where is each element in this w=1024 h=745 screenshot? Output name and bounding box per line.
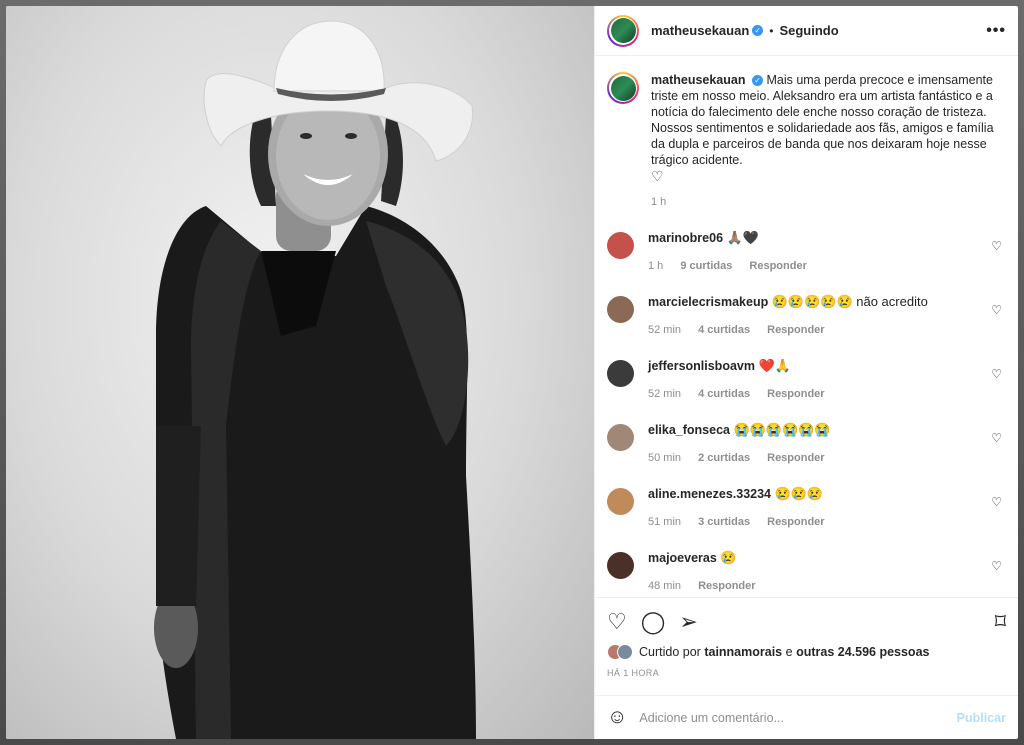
comment-likes[interactable]: 4 curtidas bbox=[698, 388, 750, 400]
commenter-avatar[interactable] bbox=[607, 232, 634, 259]
comment-heart-icon[interactable]: ♡ bbox=[991, 303, 1002, 317]
commenter-username[interactable]: aline.menezes.33234 bbox=[648, 487, 771, 501]
comment-text: 😢 bbox=[720, 550, 737, 565]
comment-likes[interactable]: 9 curtidas bbox=[680, 260, 732, 272]
comment-likes[interactable]: 4 curtidas bbox=[698, 324, 750, 336]
reply-button[interactable]: Responder bbox=[767, 452, 824, 464]
likes-prefix: Curtido por bbox=[639, 645, 701, 659]
commenter-avatar[interactable] bbox=[607, 488, 634, 515]
send-icon[interactable]: ➢ bbox=[679, 609, 697, 635]
comment-heart-icon[interactable]: ♡ bbox=[991, 559, 1002, 573]
post-timestamp: HÁ 1 HORA bbox=[607, 668, 660, 678]
caption-username[interactable]: matheusekauan bbox=[651, 73, 745, 87]
commenter-username[interactable]: marcielecrismakeup bbox=[648, 295, 768, 309]
commenter-avatar[interactable] bbox=[607, 296, 634, 323]
comment-item: jeffersonlisboavm ❤️🙏 52 min 4 curtidas … bbox=[607, 358, 1006, 402]
comment-text: ❤️🙏 bbox=[758, 358, 791, 373]
caption-heart-icon: ♡ bbox=[651, 168, 664, 184]
commenter-username[interactable]: marinobre06 bbox=[648, 231, 723, 245]
post-modal: matheusekauan ✓ • Seguindo ••• matheusek… bbox=[6, 6, 1018, 739]
comment-input[interactable]: Adicione um comentário... bbox=[639, 711, 956, 725]
commenter-avatar[interactable] bbox=[607, 360, 634, 387]
likes-summary: Curtido por tainnamorais e outras 24.596… bbox=[607, 644, 1006, 660]
reply-button[interactable]: Responder bbox=[767, 516, 824, 528]
verified-badge-icon: ✓ bbox=[751, 75, 763, 87]
commenter-username[interactable]: majoeveras bbox=[648, 551, 717, 565]
likes-others-link[interactable]: outras 24.596 pessoas bbox=[796, 645, 929, 659]
liker-username[interactable]: tainnamorais bbox=[704, 645, 782, 659]
comment-list: marinobre06 🙏🏽🖤 1 h 9 curtidas Responder… bbox=[607, 230, 1006, 594]
comment-time: 1 h bbox=[648, 260, 664, 272]
caption-avatar[interactable] bbox=[607, 72, 639, 104]
post-caption: matheusekauan ✓ Mais uma perda precoce e… bbox=[607, 72, 1006, 210]
reply-button[interactable]: Responder bbox=[767, 324, 824, 336]
post-side-panel: matheusekauan ✓ • Seguindo ••• matheusek… bbox=[594, 6, 1018, 739]
comment-item: majoeveras 😢 48 min Responder ♡ bbox=[607, 550, 1006, 594]
comment-item: marcielecrismakeup 😢😢😢😢😢 não acredito 52… bbox=[607, 294, 1006, 338]
add-comment-bar: ☺ Adicione um comentário... Publicar bbox=[595, 695, 1018, 739]
post-header: matheusekauan ✓ • Seguindo ••• bbox=[595, 6, 1018, 56]
comment-text: 😢😢😢😢😢 não acredito bbox=[771, 294, 928, 309]
caption-text: Mais uma perda precoce e imensamente tri… bbox=[651, 73, 994, 167]
separator-dot: • bbox=[769, 23, 774, 38]
commenter-username[interactable]: elika_fonseca bbox=[648, 423, 730, 437]
comment-heart-icon[interactable]: ♡ bbox=[991, 239, 1002, 253]
comment-text: 🙏🏽🖤 bbox=[726, 230, 759, 245]
post-actions: ♡ ◯ ➢ ⌑ Curtido por tainnamorais e outra… bbox=[595, 597, 1018, 695]
likes-conjunction: e bbox=[785, 645, 793, 659]
liker-avatar bbox=[617, 644, 633, 660]
commenter-avatar[interactable] bbox=[607, 552, 634, 579]
verified-badge-icon: ✓ bbox=[752, 25, 764, 36]
comment-item: aline.menezes.33234 😢😢😢 51 min 3 curtida… bbox=[607, 486, 1006, 530]
comment-heart-icon[interactable]: ♡ bbox=[991, 367, 1002, 381]
comment-time: 52 min bbox=[648, 388, 682, 400]
comment-text: 😭😭😭😭😭😭 bbox=[733, 422, 831, 437]
post-photo[interactable] bbox=[6, 6, 594, 739]
comment-heart-icon[interactable]: ♡ bbox=[991, 431, 1002, 445]
comment-time: 50 min bbox=[648, 452, 682, 464]
author-avatar[interactable] bbox=[607, 14, 639, 47]
caption-time: 1 h bbox=[651, 196, 667, 208]
bookmark-icon[interactable]: ⌑ bbox=[995, 609, 1006, 635]
commenter-username[interactable]: jeffersonlisboavm bbox=[648, 359, 755, 373]
heart-icon[interactable]: ♡ bbox=[607, 609, 627, 635]
publish-button[interactable]: Publicar bbox=[957, 711, 1006, 725]
comments-scroll[interactable]: matheusekauan ✓ Mais uma perda precoce e… bbox=[595, 56, 1018, 597]
comment-time: 51 min bbox=[648, 516, 682, 528]
comment-likes[interactable]: 3 curtidas bbox=[698, 516, 750, 528]
post-photo-illustration bbox=[154, 20, 476, 739]
comment-icon[interactable]: ◯ bbox=[641, 609, 666, 635]
author-username[interactable]: matheusekauan bbox=[651, 23, 749, 38]
comment-heart-icon[interactable]: ♡ bbox=[991, 495, 1002, 509]
comment-text: 😢😢😢 bbox=[774, 486, 824, 501]
comment-time: 52 min bbox=[648, 324, 682, 336]
reply-button[interactable]: Responder bbox=[767, 388, 824, 400]
comment-time: 48 min bbox=[648, 580, 682, 592]
following-button[interactable]: Seguindo bbox=[779, 23, 838, 38]
comment-likes[interactable]: 2 curtidas bbox=[698, 452, 750, 464]
commenter-avatar[interactable] bbox=[607, 424, 634, 451]
reply-button[interactable]: Responder bbox=[698, 580, 755, 592]
more-options-icon[interactable]: ••• bbox=[986, 22, 1006, 40]
smiley-icon[interactable]: ☺ bbox=[607, 706, 627, 729]
reply-button[interactable]: Responder bbox=[749, 260, 806, 272]
comment-item: elika_fonseca 😭😭😭😭😭😭 50 min 2 curtidas R… bbox=[607, 422, 1006, 466]
comment-item: marinobre06 🙏🏽🖤 1 h 9 curtidas Responder… bbox=[607, 230, 1006, 274]
